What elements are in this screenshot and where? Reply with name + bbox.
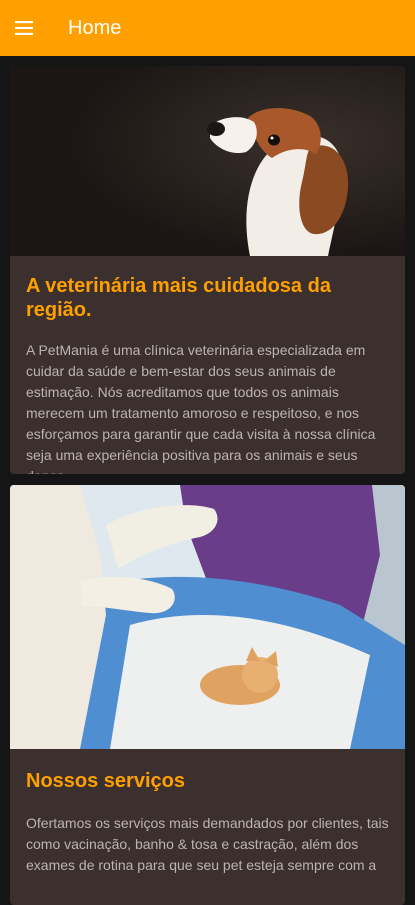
- app-bar: Home: [0, 0, 415, 56]
- card-title: A veterinária mais cuidadosa da região.: [26, 275, 331, 321]
- beagle-puppy-image: [10, 66, 405, 256]
- card-text: A PetMania é uma clínica veterinária esp…: [26, 342, 376, 474]
- vet-treating-kitten-image: [10, 485, 405, 749]
- card-title: Nossos serviços: [26, 770, 185, 792]
- menu-button[interactable]: [0, 0, 48, 56]
- menu-icon: [15, 21, 33, 35]
- page-title: Home: [68, 17, 122, 39]
- about-card: A veterinária mais cuidadosa da região. …: [10, 66, 405, 474]
- services-card: Nossos serviços Ofertamos os serviços ma…: [10, 485, 405, 905]
- card-text: Ofertamos os serviços mais demandados po…: [26, 815, 389, 873]
